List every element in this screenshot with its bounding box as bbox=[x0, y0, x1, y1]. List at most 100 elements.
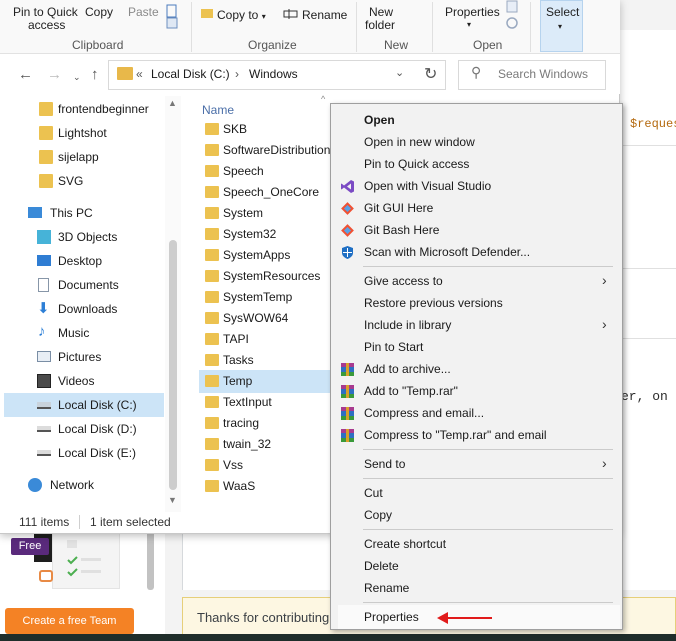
copy-to-button[interactable]: Copy to ▾ bbox=[217, 9, 266, 23]
nav-item-label: Local Disk (D:) bbox=[58, 422, 137, 436]
history-icon[interactable] bbox=[505, 16, 519, 30]
edit-icon[interactable] bbox=[505, 0, 519, 14]
chevron-down-icon[interactable]: ⌄ bbox=[395, 66, 404, 79]
nav-item-lightshot[interactable]: Lightshot bbox=[4, 121, 164, 145]
menu-item-compress-temp-email[interactable]: Compress to "Temp.rar" and email bbox=[338, 424, 618, 446]
nav-item-svg[interactable]: SVG bbox=[4, 169, 164, 193]
file-item[interactable]: twain_32 bbox=[199, 434, 334, 455]
file-item[interactable]: System32 bbox=[199, 224, 334, 245]
file-item[interactable]: System bbox=[199, 203, 334, 224]
properties-button[interactable]: Properties bbox=[445, 6, 500, 19]
breadcrumb-windows[interactable]: Windows bbox=[249, 67, 298, 81]
nav-item-label: This PC bbox=[50, 206, 93, 220]
file-item[interactable]: SystemResources bbox=[199, 266, 334, 287]
file-item[interactable]: SKB bbox=[199, 119, 334, 140]
git-gui-icon bbox=[340, 201, 355, 216]
ribbon-group-new: New bbox=[384, 38, 409, 52]
nav-item-desktop[interactable]: Desktop bbox=[4, 249, 164, 273]
nav-item-documents[interactable]: Documents bbox=[4, 273, 164, 297]
music-icon: ♪ bbox=[38, 323, 46, 340]
menu-item-pin-start[interactable]: Pin to Start bbox=[338, 336, 618, 358]
menu-item-open-visual-studio[interactable]: Open with Visual Studio bbox=[338, 175, 618, 197]
nav-item-local-disk-c[interactable]: Local Disk (C:) bbox=[4, 393, 164, 417]
menu-item-label: Pin to Quick access bbox=[364, 157, 470, 171]
menu-item-open[interactable]: Open bbox=[338, 109, 618, 131]
menu-item-delete[interactable]: Delete bbox=[338, 555, 618, 577]
menu-item-create-shortcut[interactable]: Create shortcut bbox=[338, 533, 618, 555]
breadcrumb-separator[interactable]: › bbox=[235, 67, 239, 81]
file-item[interactable]: Speech_OneCore bbox=[199, 182, 334, 203]
breadcrumb-local-disk[interactable]: Local Disk (C:) bbox=[151, 67, 230, 81]
pin-quick-access-button[interactable]: Pin to Quick access bbox=[13, 6, 78, 32]
menu-item-copy[interactable]: Copy bbox=[338, 504, 618, 526]
nav-item-local-disk-d[interactable]: Local Disk (D:) bbox=[4, 417, 164, 441]
file-item[interactable]: Tasks bbox=[199, 350, 334, 371]
winrar-icon bbox=[340, 428, 355, 443]
menu-item-git-bash[interactable]: Git Bash Here bbox=[338, 219, 618, 241]
nav-item-network[interactable]: Network bbox=[4, 473, 164, 497]
menu-item-open-new-window[interactable]: Open in new window bbox=[338, 131, 618, 153]
folder-icon bbox=[205, 396, 219, 408]
menu-item-label: Restore previous versions bbox=[364, 296, 503, 310]
address-overflow-chevron[interactable]: « bbox=[136, 67, 143, 81]
file-item[interactable]: TAPI bbox=[199, 329, 334, 350]
back-arrow-icon[interactable]: ← bbox=[18, 67, 33, 82]
file-item[interactable]: SystemTemp bbox=[199, 287, 334, 308]
status-selection: 1 item selected bbox=[90, 515, 171, 529]
nav-item-local-disk-e[interactable]: Local Disk (E:) bbox=[4, 441, 164, 465]
nav-item-frontendbeginner[interactable]: frontendbeginner bbox=[4, 97, 164, 121]
new-folder-button[interactable]: New folder bbox=[365, 6, 395, 32]
nav-item-pictures[interactable]: Pictures bbox=[4, 345, 164, 369]
menu-item-git-gui[interactable]: Git GUI Here bbox=[338, 197, 618, 219]
file-item[interactable]: Speech bbox=[199, 161, 334, 182]
nav-item-music[interactable]: ♪ Music bbox=[4, 321, 164, 345]
nav-pane-scrollbar-thumb[interactable] bbox=[169, 240, 177, 490]
nav-item-videos[interactable]: Videos bbox=[4, 369, 164, 393]
copy-button[interactable]: Copy bbox=[85, 6, 113, 19]
file-item-label: SystemTemp bbox=[223, 290, 293, 304]
menu-item-send-to[interactable]: Send to › bbox=[338, 453, 618, 475]
nav-item-3d-objects[interactable]: 3D Objects bbox=[4, 225, 164, 249]
scroll-down-arrow-icon[interactable]: ▼ bbox=[168, 495, 177, 505]
file-item[interactable]: SysWOW64 bbox=[199, 308, 334, 329]
ribbon-divider bbox=[191, 2, 192, 52]
scroll-up-arrow-icon[interactable]: ▲ bbox=[168, 98, 177, 108]
menu-item-add-temp-rar[interactable]: Add to "Temp.rar" bbox=[338, 380, 618, 402]
create-team-button[interactable]: Create a free Team bbox=[5, 608, 134, 634]
file-item-label: System bbox=[223, 206, 264, 220]
menu-item-scan-defender[interactable]: Scan with Microsoft Defender... bbox=[338, 241, 618, 263]
folder-icon bbox=[39, 126, 53, 140]
menu-item-rename[interactable]: Rename bbox=[338, 577, 618, 599]
forward-arrow-icon[interactable]: → bbox=[47, 67, 62, 82]
menu-item-label: Open bbox=[364, 113, 395, 127]
menu-item-label: Git GUI Here bbox=[364, 201, 434, 215]
file-item[interactable]: SoftwareDistribution bbox=[199, 140, 334, 161]
recent-locations-chevron-icon[interactable]: ⌄ bbox=[73, 70, 81, 85]
file-item[interactable]: SystemApps bbox=[199, 245, 334, 266]
rename-button[interactable]: Rename bbox=[302, 9, 347, 22]
nav-item-downloads[interactable]: ⬇ Downloads bbox=[4, 297, 164, 321]
file-item-label: SKB bbox=[223, 122, 248, 136]
column-header-name[interactable]: Name bbox=[202, 103, 234, 117]
menu-item-include-library[interactable]: Include in library › bbox=[338, 314, 618, 336]
up-arrow-icon[interactable]: ↑ bbox=[91, 67, 99, 82]
copy-path-icon[interactable] bbox=[165, 16, 179, 30]
drive-icon bbox=[37, 426, 51, 432]
file-item[interactable]: tracing bbox=[199, 413, 334, 434]
menu-item-give-access[interactable]: Give access to › bbox=[338, 270, 618, 292]
menu-item-cut[interactable]: Cut bbox=[338, 482, 618, 504]
file-item-label: TAPI bbox=[223, 332, 249, 346]
menu-item-compress-email[interactable]: Compress and email... bbox=[338, 402, 618, 424]
file-item[interactable]: WaaS bbox=[199, 476, 334, 497]
menu-item-pin-quick-access[interactable]: Pin to Quick access bbox=[338, 153, 618, 175]
rename-icon bbox=[283, 7, 298, 21]
copy-to-label: Copy to bbox=[217, 8, 259, 22]
file-item[interactable]: TextInput bbox=[199, 392, 334, 413]
file-item[interactable]: Vss bbox=[199, 455, 334, 476]
menu-item-add-archive[interactable]: Add to archive... bbox=[338, 358, 618, 380]
menu-item-restore-versions[interactable]: Restore previous versions bbox=[338, 292, 618, 314]
file-item-selected[interactable]: Temp bbox=[199, 370, 334, 393]
paste-button[interactable]: Paste bbox=[128, 6, 159, 19]
nav-item-this-pc[interactable]: This PC bbox=[4, 201, 164, 225]
nav-item-sijelapp[interactable]: sijelapp bbox=[4, 145, 164, 169]
